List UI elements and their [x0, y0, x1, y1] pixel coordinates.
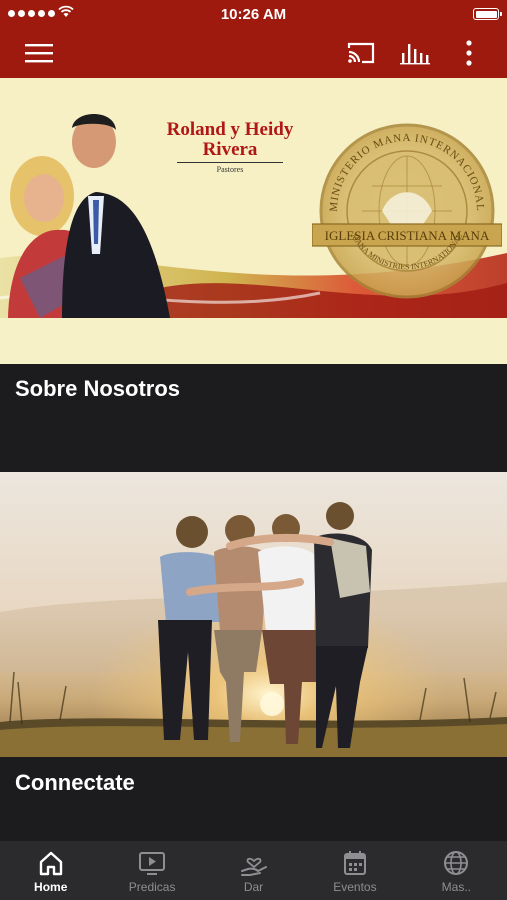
tab-mas-label: Mas.. [441, 880, 471, 894]
card-title-sobre-nosotros: Sobre Nosotros [15, 376, 181, 401]
card-sobre-nosotros[interactable]: Roland y Heidy Rivera Pastores MINISTERI… [0, 78, 507, 472]
church-seal-logo: MINISTERIO MANA INTERNACIONAL IGLESIA CR… [312, 123, 502, 299]
calendar-icon [343, 851, 366, 875]
video-play-icon [139, 852, 166, 875]
menu-icon [25, 44, 53, 63]
status-time: 10:26 AM [220, 6, 287, 23]
tab-dar-label: Dar [243, 880, 264, 894]
card-connectate[interactable]: Connectate [0, 472, 507, 841]
cast-icon [347, 42, 375, 64]
more-vertical-icon [466, 40, 472, 66]
seal-ribbon-text: IGLESIA CRISTIANA MANA [325, 228, 490, 243]
pastors-role: Pastores [177, 162, 283, 174]
friends-sunset-image [0, 472, 507, 757]
friends-sunset-illustration [0, 472, 507, 757]
status-bar: 10:26 AM [0, 0, 507, 28]
tab-eventos[interactable]: Eventos [304, 841, 405, 900]
tab-home[interactable]: Home [0, 841, 101, 900]
menu-button[interactable] [22, 36, 56, 70]
battery-icon [473, 8, 502, 20]
card-title-connectate: Connectate [15, 770, 135, 795]
tab-home-label: Home [34, 880, 68, 894]
bottom-tab-bar: Home Predicas Dar Eventos Mas.. [0, 841, 507, 900]
more-options-button[interactable] [452, 36, 486, 70]
tab-predicas[interactable]: Predicas [101, 841, 202, 900]
cast-button[interactable] [344, 36, 378, 70]
app-bar [0, 28, 507, 78]
pastors-banner-image: Roland y Heidy Rivera Pastores MINISTERI… [0, 78, 507, 364]
tab-mas[interactable]: Mas.. [406, 841, 507, 900]
globe-icon [444, 851, 469, 875]
tab-dar[interactable]: Dar [203, 841, 304, 900]
give-hand-heart-icon [240, 857, 267, 876]
audio-bars-icon [400, 44, 430, 65]
home-icon [39, 851, 62, 876]
tab-predicas-label: Predicas [128, 880, 176, 894]
tab-eventos-label: Eventos [333, 880, 377, 894]
pastors-heading: Roland y Heidy Rivera Pastores [160, 119, 300, 175]
pastors-names: Roland y Heidy Rivera [166, 119, 294, 160]
audio-button[interactable] [398, 36, 432, 70]
